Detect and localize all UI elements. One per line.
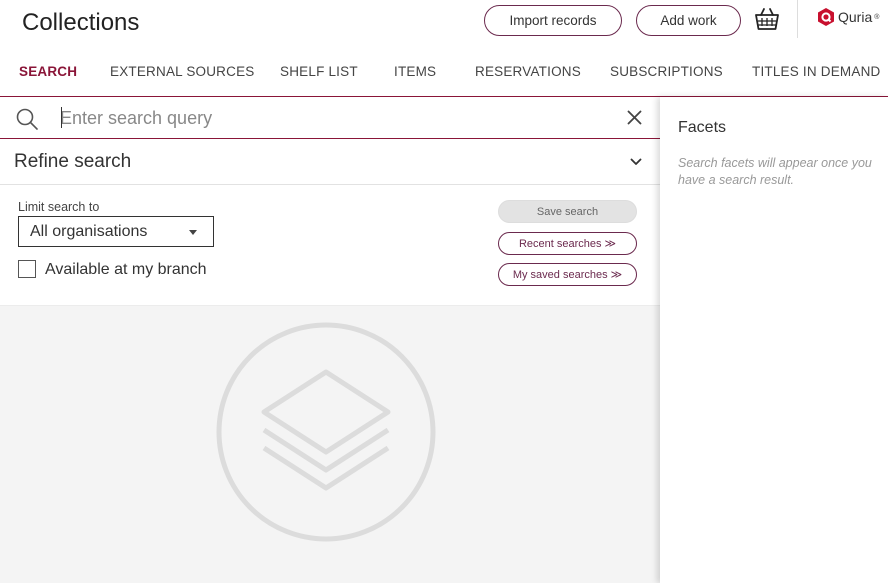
organisation-select[interactable]: All organisations: [18, 216, 214, 247]
brand-logo: Quria ®: [816, 7, 879, 27]
recent-searches-button[interactable]: Recent searches ≫: [498, 232, 637, 255]
tab-titles-in-demand[interactable]: TITLES IN DEMAND: [752, 64, 880, 79]
dropdown-arrow-icon: [189, 230, 197, 235]
tab-subscriptions[interactable]: SUBSCRIPTIONS: [610, 64, 723, 79]
tab-search[interactable]: SEARCH: [19, 64, 77, 79]
search-icon: [16, 108, 38, 130]
refine-search-label: Refine search: [14, 151, 132, 172]
tab-reservations[interactable]: RESERVATIONS: [475, 64, 581, 79]
results-empty-state: [0, 306, 660, 583]
import-records-button[interactable]: Import records: [484, 5, 622, 36]
tab-external-sources[interactable]: EXTERNAL SOURCES: [110, 64, 254, 79]
my-saved-searches-button[interactable]: My saved searches ≫: [498, 263, 637, 286]
main-nav: SEARCH EXTERNAL SOURCES SHELF LIST ITEMS…: [0, 64, 888, 84]
search-bar: [0, 97, 660, 139]
layers-icon: [216, 322, 436, 542]
page-title: Collections: [22, 9, 140, 36]
refine-search-header[interactable]: Refine search: [0, 140, 660, 185]
text-cursor: [61, 107, 62, 128]
save-search-button[interactable]: Save search: [498, 200, 637, 223]
tab-shelf-list[interactable]: SHELF LIST: [280, 64, 358, 79]
facets-title: Facets: [678, 119, 727, 136]
header-divider: [797, 0, 798, 38]
tab-items[interactable]: ITEMS: [394, 64, 436, 79]
facets-panel: Facets Search facets will appear once yo…: [660, 97, 888, 583]
available-at-branch-checkbox[interactable]: [18, 260, 36, 278]
chevron-down-icon[interactable]: [629, 155, 643, 169]
refine-search-panel: Limit search to All organisations Availa…: [0, 186, 660, 306]
basket-icon[interactable]: [753, 6, 781, 32]
limit-search-label: Limit search to: [18, 200, 100, 214]
quria-logo-icon: [818, 8, 834, 26]
organisation-select-value: All organisations: [30, 223, 148, 240]
registered-mark: ®: [874, 13, 880, 21]
search-input[interactable]: [60, 103, 600, 133]
close-icon[interactable]: [627, 110, 642, 125]
facets-hint: Search facets will appear once you have …: [678, 156, 872, 187]
add-work-button[interactable]: Add work: [636, 5, 741, 36]
brand-name: Quria: [838, 9, 873, 25]
available-at-branch-label[interactable]: Available at my branch: [45, 261, 207, 279]
